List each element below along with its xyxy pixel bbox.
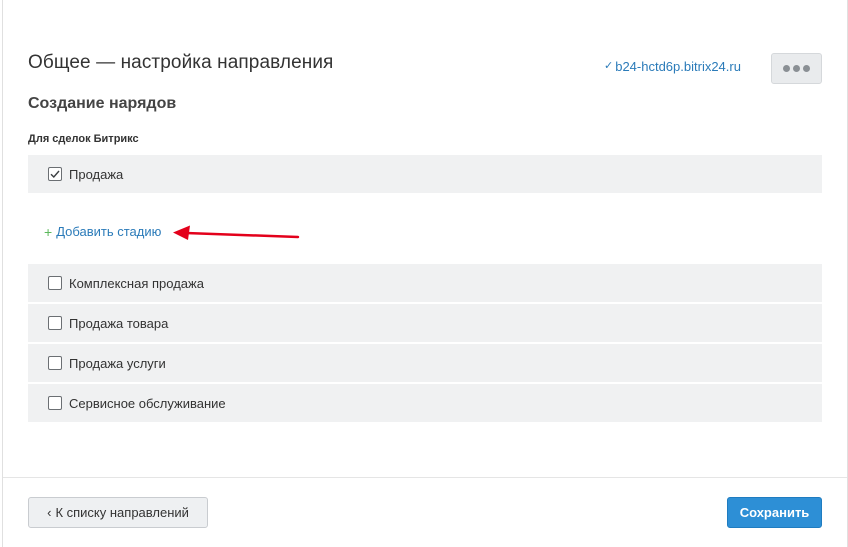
stage-label: Продажа услуги [69, 355, 166, 371]
add-stage-link[interactable]: + Добавить стадию [44, 224, 161, 239]
stage-row[interactable]: Продажа услуги [28, 344, 822, 382]
annotation-arrow [173, 225, 300, 240]
more-options-button[interactable] [771, 53, 822, 84]
domain-link[interactable]: ✓ b24-hctd6p.bitrix24.ru [604, 59, 741, 74]
chevron-left-icon: ‹ [47, 505, 52, 520]
stage-row[interactable]: Продажа товара [28, 304, 822, 342]
group-title: Для сделок Битрикс [28, 133, 139, 145]
stage-checkbox[interactable] [48, 276, 62, 290]
stage-row[interactable]: Сервисное обслуживание [28, 384, 822, 422]
stage-checkbox[interactable] [48, 396, 62, 410]
more-dot [803, 65, 810, 72]
stage-label: Продажа [69, 166, 124, 182]
check-icon: ✓ [604, 60, 614, 72]
domain-link-label: b24-hctd6p.bitrix24.ru [615, 59, 741, 74]
stage-checkbox[interactable] [48, 356, 62, 370]
footer-divider [3, 477, 847, 478]
section-title: Создание нарядов [28, 95, 177, 112]
stage-checkbox-checked[interactable] [48, 167, 62, 181]
back-button-label: К списку направлений [55, 505, 189, 520]
stage-row[interactable]: Комплексная продажа [28, 264, 822, 302]
stage-row-sale[interactable]: Продажа [28, 155, 822, 193]
plus-icon: + [44, 223, 53, 240]
stage-label: Комплексная продажа [69, 275, 204, 291]
stage-label: Продажа товара [69, 315, 169, 331]
page-title: Общее — настройка направления [28, 52, 334, 73]
stage-label: Сервисное обслуживание [69, 395, 226, 411]
save-button[interactable]: Сохранить [727, 497, 822, 528]
stage-checkbox[interactable] [48, 316, 62, 330]
more-dots-icon [783, 65, 790, 72]
add-stage-label: Добавить стадию [56, 224, 162, 239]
more-dot [793, 65, 800, 72]
back-to-list-button[interactable]: ‹ К списку направлений [28, 497, 208, 528]
